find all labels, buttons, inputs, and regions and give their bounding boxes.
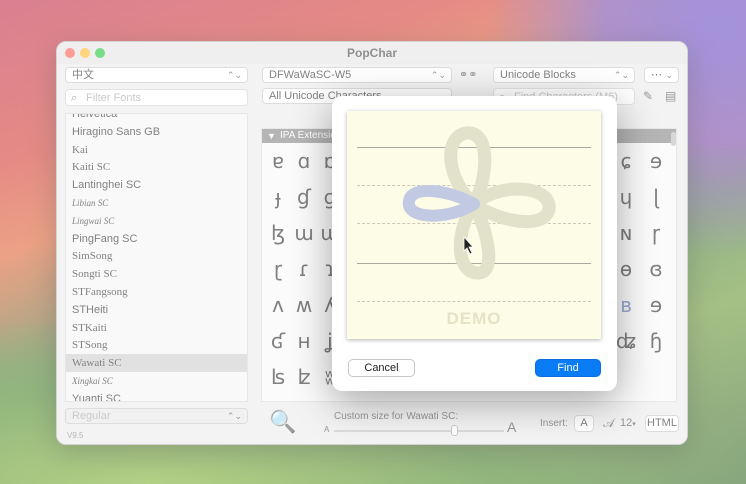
handwriting-strokes <box>402 126 556 280</box>
find-button[interactable]: Find <box>535 359 601 377</box>
demo-watermark: DEMO <box>446 309 502 328</box>
cancel-button[interactable]: Cancel <box>348 359 415 377</box>
drawing-canvas[interactable]: DEMO <box>347 111 601 339</box>
stroke-left-petal <box>402 184 480 222</box>
handwriting-dialog: DEMO Cancel Find <box>332 96 617 391</box>
